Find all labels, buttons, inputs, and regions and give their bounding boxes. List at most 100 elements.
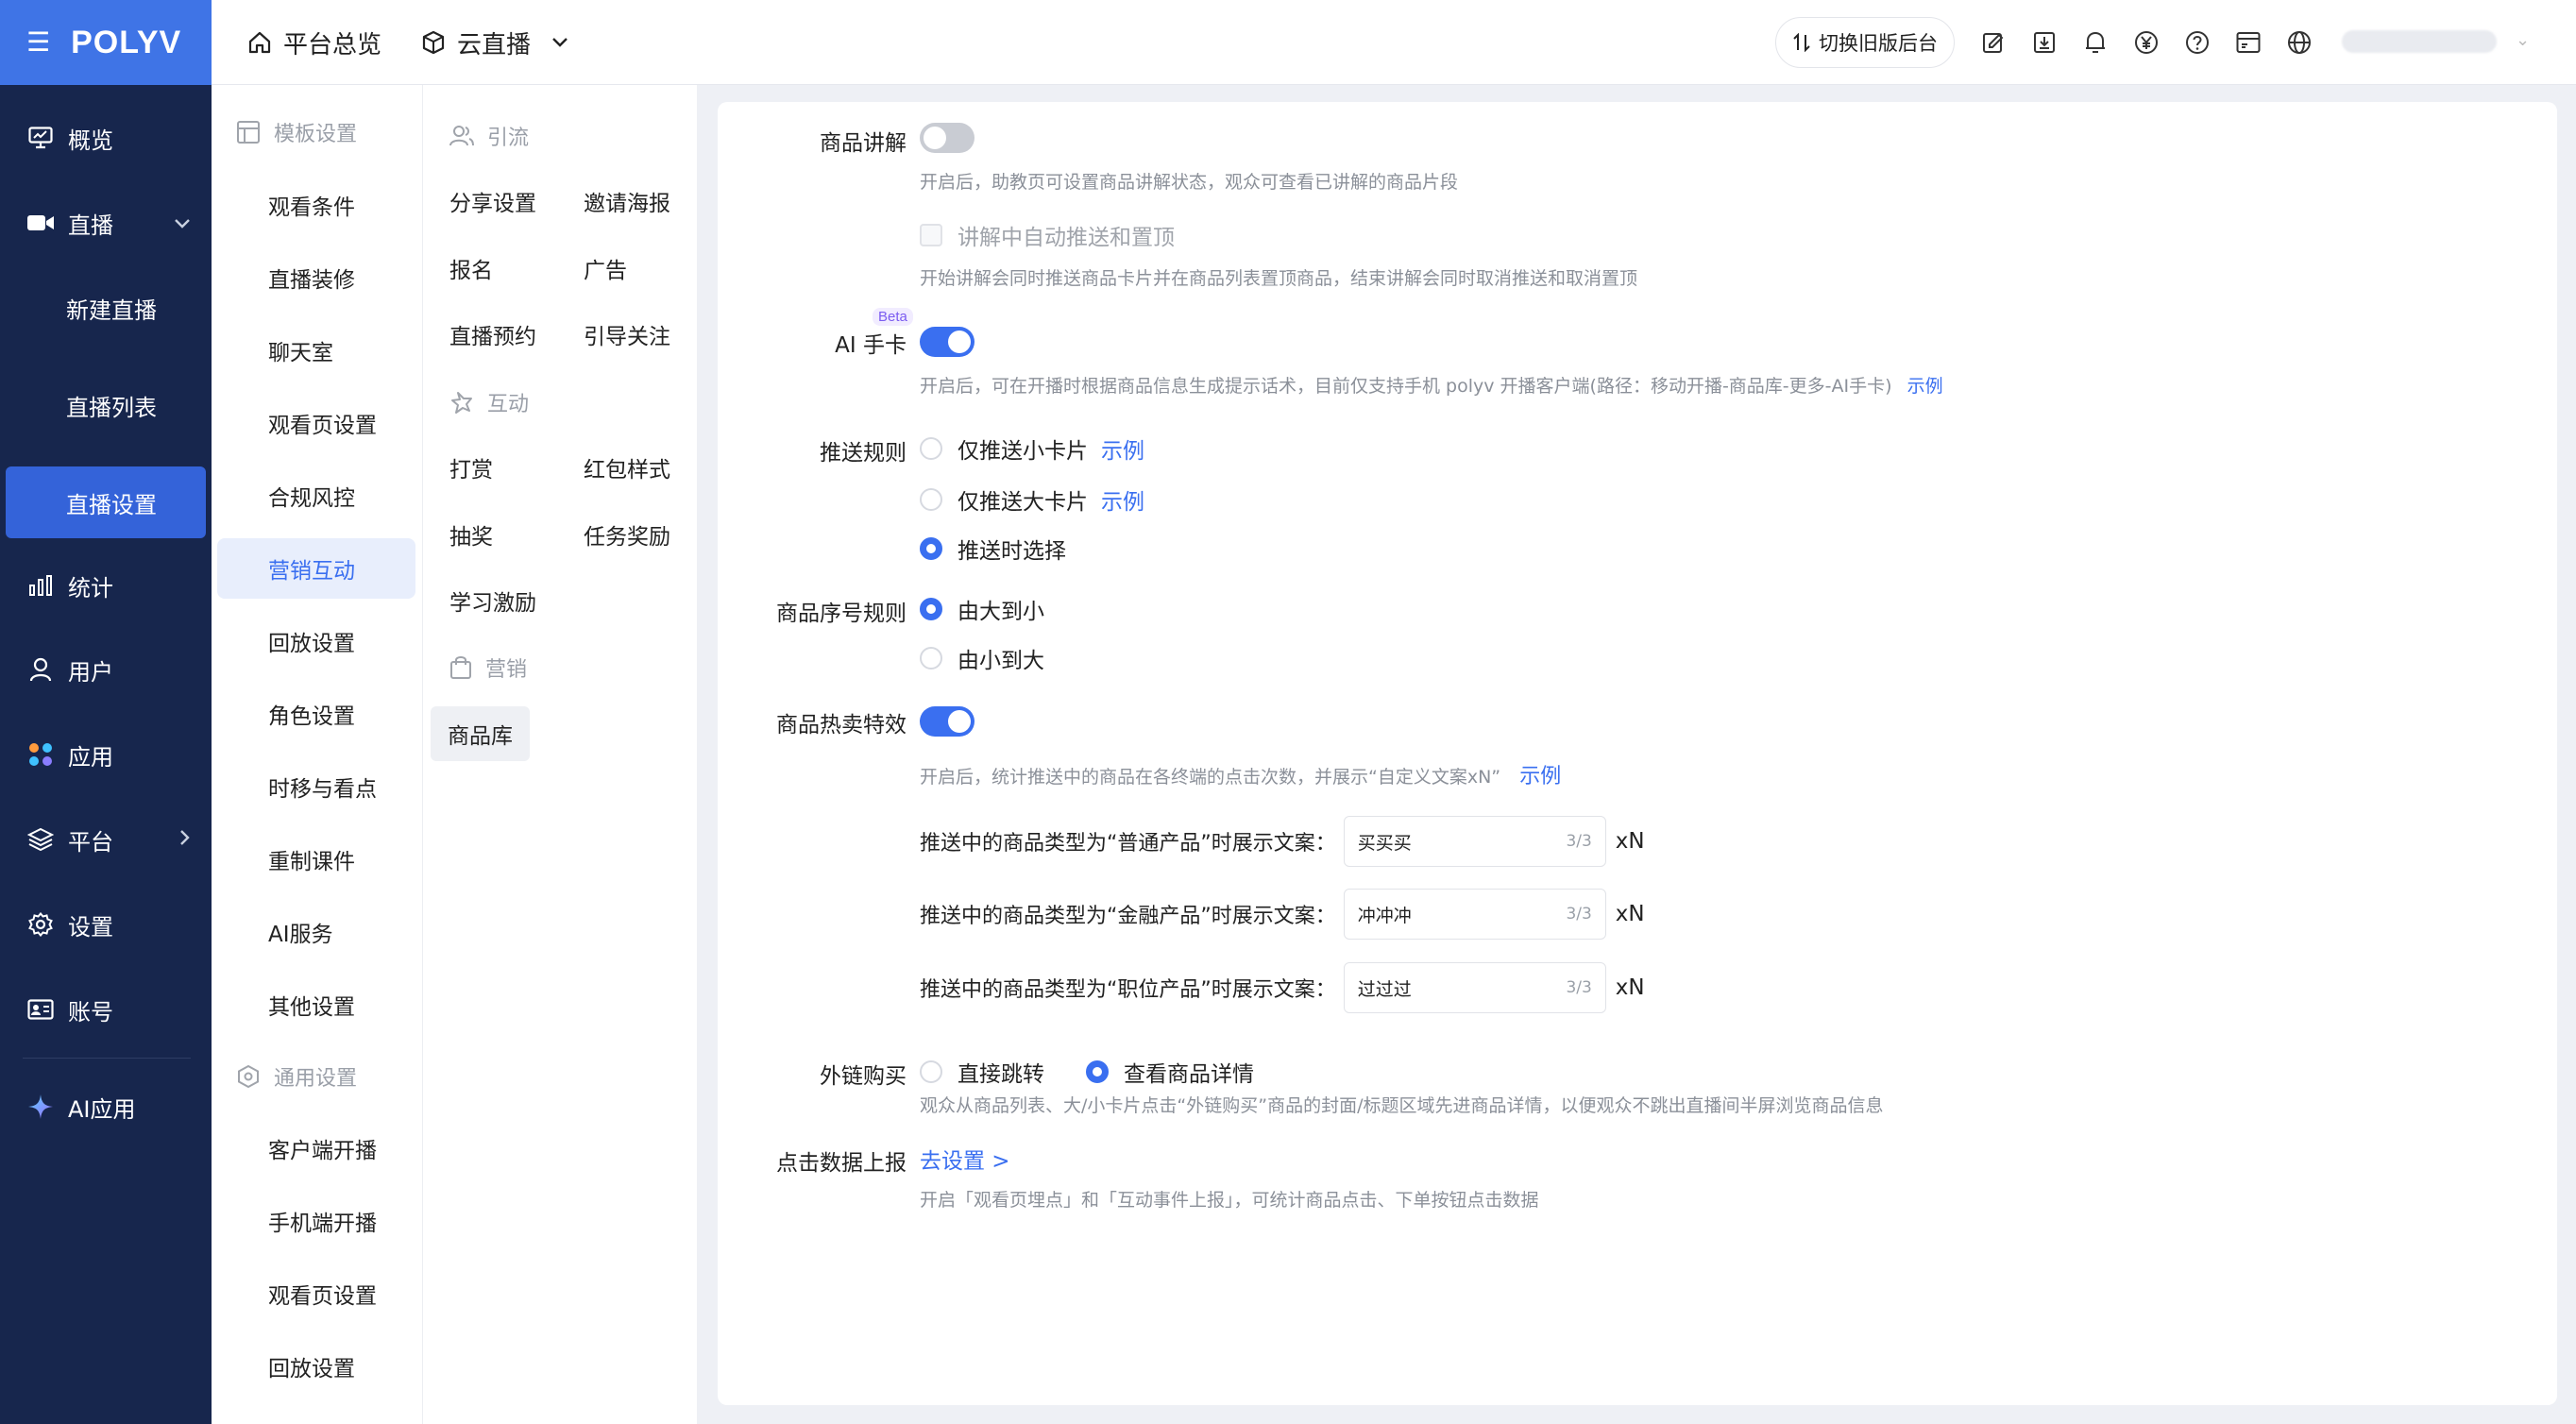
sparkle-icon: [26, 1093, 55, 1121]
nav-item-users[interactable]: 用户: [0, 639, 212, 700]
radio-button[interactable]: [920, 1060, 942, 1083]
group-template-settings: 模板设置: [236, 113, 357, 151]
menu-tipping[interactable]: 打赏: [449, 445, 493, 490]
hot-effect-example-link[interactable]: 示例: [1519, 765, 1561, 788]
explain-toggle[interactable]: [920, 123, 974, 153]
menu-invite-poster[interactable]: 邀请海报: [584, 178, 670, 224]
copy-row-job: 推送中的商品类型为“职位产品”时展示文案： 过过过 3/3 xN: [920, 962, 1645, 1013]
menu-view-conditions[interactable]: 观看条件: [217, 175, 415, 235]
menu-marketing-interaction[interactable]: 营销互动: [217, 538, 415, 599]
nav-item-live[interactable]: 直播: [0, 193, 212, 253]
nav-item-live-settings[interactable]: 直播设置: [6, 466, 206, 538]
menu-share-settings[interactable]: 分享设置: [449, 178, 536, 224]
push-large-card-option[interactable]: 仅推送大卡片 示例: [920, 483, 1144, 516]
nav-divider: [23, 1058, 191, 1059]
switch-old-backend-button[interactable]: 切换旧版后台: [1775, 17, 1955, 68]
radio-button[interactable]: [920, 437, 942, 460]
menu-live-decoration[interactable]: 直播装修: [217, 247, 415, 308]
menu-compliance[interactable]: 合规风控: [217, 466, 415, 526]
gear-icon: [26, 910, 55, 939]
push-small-example-link[interactable]: 示例: [1101, 432, 1144, 465]
menu-red-packet-style[interactable]: 红包样式: [584, 445, 670, 490]
go-settings-link[interactable]: 去设置 >: [920, 1143, 1010, 1175]
crumb-platform-overview[interactable]: 平台总览: [247, 23, 381, 62]
menu-timeshift[interactable]: 时移与看点: [217, 756, 415, 817]
edit-icon[interactable]: [1979, 28, 2008, 57]
radio-button[interactable]: [920, 647, 942, 670]
menu-mobile-broadcast[interactable]: 手机端开播: [217, 1191, 415, 1251]
menu-role-settings[interactable]: 角色设置: [217, 684, 415, 744]
nav-item-platform[interactable]: 平台: [0, 809, 212, 870]
copy-input-normal[interactable]: 买买买 3/3: [1343, 816, 1606, 867]
push-small-card-option[interactable]: 仅推送小卡片 示例: [920, 432, 1144, 465]
menu-watch-page-settings[interactable]: 观看页设置: [217, 393, 415, 453]
radio-button-selected[interactable]: [920, 598, 942, 620]
menu-remake-courseware[interactable]: 重制课件: [217, 829, 415, 890]
logo: POLYV: [71, 24, 182, 60]
menu-chatroom[interactable]: 聊天室: [217, 320, 415, 381]
card-icon[interactable]: [2234, 28, 2262, 57]
click-report-desc: 开启「观看页埋点」和「互动事件上报」，可统计商品点击、下单按钮点击数据: [920, 1190, 1539, 1211]
crumb-cloud-live[interactable]: 云直播: [421, 23, 580, 62]
hot-effect-toggle[interactable]: [920, 706, 974, 737]
help-icon[interactable]: [2183, 28, 2212, 57]
push-large-example-link[interactable]: 示例: [1101, 483, 1144, 516]
external-direct-option[interactable]: 直接跳转: [920, 1056, 1044, 1088]
nav-item-apps[interactable]: 应用: [0, 724, 212, 785]
nav-item-overview[interactable]: 概览: [0, 108, 212, 168]
menu-task-rewards[interactable]: 任务奖励: [584, 512, 670, 557]
auto-push-desc: 开始讲解会同时推送商品卡片并在商品列表置顶商品，结束讲解会同时取消推送和取消置顶: [920, 268, 1638, 289]
home-icon: [248, 31, 271, 54]
menu-icon[interactable]: ☰: [26, 29, 50, 56]
copy-input-finance[interactable]: 冲冲冲 3/3: [1343, 889, 1606, 940]
account-name[interactable]: [2342, 30, 2497, 53]
nav-label: 用户: [68, 658, 113, 686]
swap-icon: [1793, 33, 1810, 52]
xn-suffix: xN: [1615, 975, 1645, 1000]
order-asc-option[interactable]: 由小到大: [920, 642, 1044, 674]
nav-item-account[interactable]: 账号: [0, 979, 212, 1040]
apps-icon: [26, 740, 55, 769]
menu-ai-service[interactable]: AI服务: [217, 902, 415, 962]
menu-client-broadcast[interactable]: 客户端开播: [217, 1118, 415, 1178]
menu-product-library[interactable]: 商品库: [431, 706, 530, 761]
menu-live-reservation[interactable]: 直播预约: [449, 312, 536, 357]
nav-item-stats[interactable]: 统计: [0, 555, 212, 616]
ai-card-toggle[interactable]: [920, 327, 974, 357]
yuan-icon[interactable]: [2132, 28, 2161, 57]
menu-learning-incentive[interactable]: 学习激励: [449, 578, 536, 623]
beta-badge: Beta: [873, 308, 913, 326]
bell-icon[interactable]: [2081, 28, 2110, 57]
menu-ads[interactable]: 广告: [584, 246, 627, 291]
menu-general-watch-page[interactable]: 观看页设置: [217, 1263, 415, 1324]
radio-button[interactable]: [920, 488, 942, 511]
auto-push-checkbox-row[interactable]: 讲解中自动推送和置顶: [920, 219, 1175, 251]
menu-registration[interactable]: 报名: [449, 246, 493, 291]
copy-input-job[interactable]: 过过过 3/3: [1343, 962, 1606, 1013]
push-choose-option[interactable]: 推送时选择: [920, 533, 1066, 565]
group-general-settings: 通用设置: [236, 1058, 357, 1095]
chevron-down-icon[interactable]: ⌄: [2516, 30, 2530, 50]
nav-item-new-live[interactable]: 新建直播: [0, 278, 212, 338]
ai-card-desc: 开启后，可在开播时根据商品信息生成提示话术，目前仅支持手机 polyv 开播客户…: [920, 376, 1943, 397]
radio-button-selected[interactable]: [1086, 1060, 1109, 1083]
nav-item-ai-apps[interactable]: AI应用: [0, 1076, 212, 1137]
external-buy-desc: 观众从商品列表、大/小卡片点击“外链购买”商品的封面/标题区域先进商品详情，以便…: [920, 1095, 1884, 1116]
nav-label: 新建直播: [66, 297, 157, 324]
ai-card-example-link[interactable]: 示例: [1907, 376, 1943, 397]
menu-other-settings[interactable]: 其他设置: [217, 975, 415, 1035]
top-header: 平台总览 云直播 切换旧版后台 ⌄: [212, 0, 2576, 85]
radio-button-selected[interactable]: [920, 537, 942, 560]
nav-item-settings[interactable]: 设置: [0, 894, 212, 955]
menu-follow-guide[interactable]: 引导关注: [584, 312, 670, 357]
auto-push-checkbox[interactable]: [920, 224, 942, 246]
nav-item-live-list[interactable]: 直播列表: [0, 375, 212, 435]
download-icon[interactable]: [2030, 28, 2059, 57]
external-detail-option[interactable]: 查看商品详情: [1086, 1056, 1254, 1088]
menu-playback-settings[interactable]: 回放设置: [217, 611, 415, 671]
user-icon: [26, 655, 55, 684]
menu-lottery[interactable]: 抽奖: [449, 512, 493, 557]
menu-general-playback[interactable]: 回放设置: [217, 1336, 415, 1397]
globe-icon[interactable]: [2285, 28, 2313, 57]
order-desc-option[interactable]: 由大到小: [920, 593, 1044, 625]
